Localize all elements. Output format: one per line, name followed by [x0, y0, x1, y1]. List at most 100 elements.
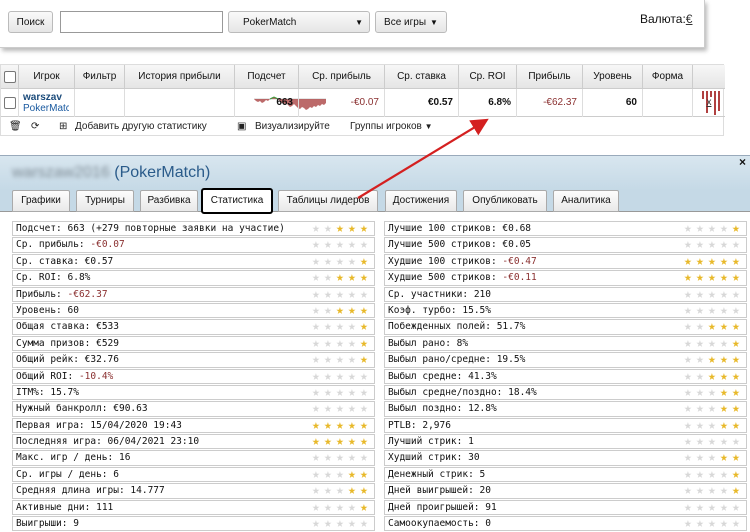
- panel-tabs: Графики Турниры Разбивка Статистика Табл…: [0, 188, 750, 214]
- row-checkbox[interactable]: [4, 97, 16, 109]
- star-icon: ★: [732, 302, 740, 318]
- star-icon: ★: [348, 335, 356, 351]
- star-icon: ★: [324, 434, 332, 450]
- players-table: Игрок Фильтр История прибыли Подсчет Ср.…: [0, 64, 725, 136]
- filter-cell[interactable]: [75, 89, 125, 117]
- star-icon: ★: [708, 335, 716, 351]
- column-header-avg-stake[interactable]: Ср. ставка: [385, 65, 459, 89]
- star-icon: ★: [720, 417, 728, 433]
- star-icon: ★: [732, 401, 740, 417]
- currency-link[interactable]: €: [686, 12, 693, 26]
- tab-publish[interactable]: Опубликовать: [463, 190, 547, 212]
- star-rating: ★ ★ ★ ★ ★: [684, 288, 744, 301]
- table-header: Игрок Фильтр История прибыли Подсчет Ср.…: [1, 65, 725, 89]
- stat-value: 19.5%: [496, 354, 526, 366]
- star-icon: ★: [720, 352, 728, 368]
- star-rating: ★ ★ ★ ★ ★: [312, 419, 372, 432]
- stat-row: Выбыл средне/поздно: 18.4% ★ ★ ★ ★ ★: [384, 384, 747, 401]
- player-site-title: (PokerMatch): [114, 164, 211, 181]
- star-icon: ★: [708, 384, 716, 400]
- star-rating: ★ ★ ★ ★ ★: [684, 386, 744, 399]
- star-icon: ★: [348, 450, 356, 466]
- star-icon: ★: [684, 352, 692, 368]
- remove-cell: x: [693, 89, 725, 117]
- star-rating: ★ ★ ★ ★ ★: [684, 501, 744, 514]
- trash-icon[interactable]: 🗑: [9, 121, 22, 132]
- star-icon: ★: [684, 270, 692, 286]
- stat-label: Выигрыши:: [16, 518, 68, 530]
- stat-row: Лучшие 100 стриков: €0.68 ★ ★ ★ ★ ★: [384, 221, 747, 237]
- star-icon: ★: [312, 516, 320, 532]
- avg-stake-cell: €0.57: [385, 89, 459, 117]
- stat-label: ITM%:: [16, 386, 45, 398]
- tab-analytics[interactable]: Аналитика: [553, 190, 619, 212]
- tab-achievements[interactable]: Достижения: [385, 190, 457, 212]
- star-icon: ★: [732, 253, 740, 269]
- tab-charts[interactable]: Графики: [12, 190, 70, 212]
- remove-player-link[interactable]: x: [707, 97, 712, 108]
- column-header-count[interactable]: Подсчет: [235, 65, 299, 89]
- star-icon: ★: [312, 384, 320, 400]
- close-icon[interactable]: ×: [739, 155, 746, 169]
- player-groups-dropdown[interactable]: Группы игроков ▼: [350, 121, 433, 132]
- column-header-profit[interactable]: Прибыль: [517, 65, 583, 89]
- stat-row: Выбыл средне: 41.3% ★ ★ ★ ★ ★: [384, 368, 747, 384]
- star-icon: ★: [336, 434, 344, 450]
- tab-leaderboards[interactable]: Таблицы лидеров: [278, 190, 378, 212]
- star-icon: ★: [708, 319, 716, 335]
- stat-label: Выбыл средне:: [388, 370, 463, 382]
- column-header-filter[interactable]: Фильтр: [75, 65, 125, 89]
- visualize-link[interactable]: Визуализируйте: [255, 121, 330, 132]
- stat-value: 60: [67, 304, 79, 316]
- table-row[interactable]: warszav PokerMatc 663 -€0.07 €0.57 6.8% …: [1, 89, 725, 117]
- stat-row: Активные дни: 111 ★ ★ ★ ★ ★: [12, 499, 375, 516]
- column-header-avg-roi[interactable]: Ср. ROI: [459, 65, 517, 89]
- tab-breakdown[interactable]: Разбивка: [140, 190, 198, 212]
- star-icon: ★: [732, 319, 740, 335]
- player-name[interactable]: warszav: [23, 92, 69, 103]
- star-icon: ★: [336, 319, 344, 335]
- chart-icon: ▣: [237, 121, 247, 132]
- star-icon: ★: [312, 221, 320, 236]
- stat-row: Общая ставка: €533 ★ ★ ★ ★ ★: [12, 319, 375, 335]
- avg-roi-cell: 6.8%: [459, 89, 517, 117]
- stat-row: Коэф. турбо: 15.5% ★ ★ ★ ★ ★: [384, 302, 747, 319]
- column-header-player[interactable]: Игрок: [19, 65, 75, 89]
- stat-label: Денежный стрик:: [388, 468, 474, 480]
- tab-tournaments[interactable]: Турниры: [76, 190, 134, 212]
- search-input[interactable]: [60, 11, 223, 33]
- star-icon: ★: [732, 270, 740, 286]
- games-select[interactable]: Все игры ▼: [375, 11, 447, 33]
- star-icon: ★: [696, 516, 704, 532]
- site-select[interactable]: PokerMatch ▼: [228, 11, 370, 33]
- star-icon: ★: [360, 483, 368, 499]
- player-cell[interactable]: warszav PokerMatc: [19, 89, 75, 117]
- stat-row: Ср. ROI: 6.8% ★ ★ ★ ★ ★: [12, 270, 375, 286]
- star-icon: ★: [360, 401, 368, 417]
- add-stat-link[interactable]: Добавить другую статистику: [75, 121, 207, 132]
- stat-label: Уровень:: [16, 304, 62, 316]
- star-icon: ★: [684, 286, 692, 302]
- star-icon: ★: [684, 401, 692, 417]
- star-icon: ★: [684, 434, 692, 450]
- star-rating: ★ ★ ★ ★ ★: [684, 370, 744, 383]
- tab-statistics[interactable]: Статистика: [201, 188, 273, 214]
- star-icon: ★: [696, 368, 704, 384]
- refresh-icon[interactable]: ⟳: [31, 121, 39, 132]
- search-button[interactable]: Поиск: [8, 11, 53, 33]
- star-rating: ★ ★ ★ ★ ★: [684, 255, 744, 268]
- stat-value: 1: [468, 436, 474, 448]
- star-icon: ★: [324, 417, 332, 433]
- column-header-level[interactable]: Уровень: [583, 65, 643, 89]
- stat-label: Ср. ставка:: [16, 255, 79, 267]
- select-all-checkbox[interactable]: [4, 71, 16, 83]
- star-rating: ★ ★ ★ ★ ★: [684, 353, 744, 366]
- stat-value: -€0.11: [502, 272, 537, 284]
- stat-label: Макс. игр / день:: [16, 452, 114, 464]
- star-icon: ★: [336, 368, 344, 384]
- column-header-profit-history[interactable]: История прибыли: [125, 65, 235, 89]
- stat-value: 06/04/2021 23:10: [107, 436, 200, 448]
- column-header-avg-profit[interactable]: Ср. прибыль: [299, 65, 385, 89]
- currency-selector[interactable]: Валюта:€: [640, 12, 692, 26]
- column-header-form[interactable]: Форма: [643, 65, 693, 89]
